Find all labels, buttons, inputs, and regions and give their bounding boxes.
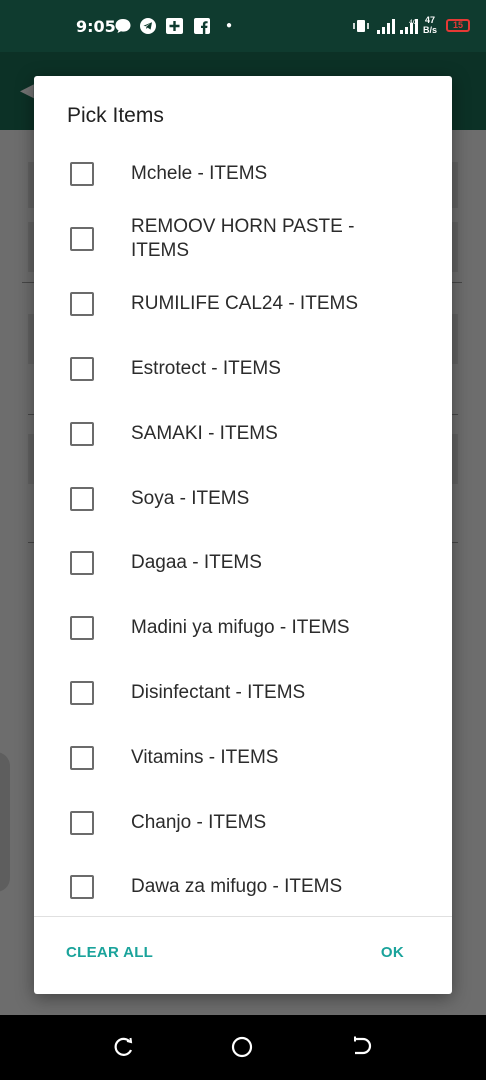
facebook-icon — [193, 17, 211, 39]
clock: 9:05 — [76, 17, 116, 36]
list-item[interactable]: SAMAKI - ITEMS — [34, 402, 452, 466]
item-label: Madini ya mifugo - ITEMS — [131, 617, 350, 638]
status-bar: 9:05 ● 4G 47 B/s 15 — [0, 0, 486, 52]
signal-strength-icon — [376, 17, 398, 39]
dialog-divider — [34, 916, 452, 917]
checkbox[interactable] — [70, 616, 94, 640]
list-item[interactable]: Dawa za mifugo - ITEMS — [34, 855, 452, 919]
back-icon[interactable] — [350, 1036, 372, 1058]
clear-all-button[interactable]: CLEAR ALL — [66, 944, 153, 961]
item-label: Vitamins - ITEMS — [131, 747, 279, 768]
checkbox[interactable] — [70, 227, 94, 251]
pick-items-dialog: Pick Items Mchele - ITEMS REMOOV HORN PA… — [34, 76, 452, 994]
telegram-icon — [139, 17, 157, 39]
checkbox[interactable] — [70, 292, 94, 316]
item-label: Estrotect - ITEMS — [131, 358, 281, 379]
more-notifications-dot-icon: ● — [226, 20, 233, 31]
ok-button[interactable]: OK — [381, 944, 404, 961]
item-label: Soya - ITEMS — [131, 488, 250, 509]
vibrate-icon — [352, 17, 370, 39]
checkbox[interactable] — [70, 357, 94, 381]
checkbox[interactable] — [70, 811, 94, 835]
item-label: SAMAKI - ITEMS — [131, 423, 278, 444]
checkbox[interactable] — [70, 875, 94, 899]
svg-text:4G: 4G — [409, 19, 418, 26]
list-item[interactable]: Vitamins - ITEMS — [34, 726, 452, 790]
navigation-bar — [0, 1015, 486, 1080]
checkbox[interactable] — [70, 681, 94, 705]
list-item[interactable]: Madini ya mifugo - ITEMS — [34, 596, 452, 660]
checkbox[interactable] — [70, 162, 94, 186]
list-item[interactable]: Disinfectant - ITEMS — [34, 661, 452, 725]
checkbox[interactable] — [70, 551, 94, 575]
list-item[interactable]: Soya - ITEMS — [34, 467, 452, 531]
item-label: Mchele - ITEMS — [131, 163, 268, 184]
list-item[interactable]: Mchele - ITEMS — [34, 142, 452, 206]
network-speed: 47 B/s — [423, 15, 438, 35]
list-item[interactable]: RUMILIFE CAL24 - ITEMS — [34, 272, 452, 336]
item-label: Disinfectant - ITEMS — [131, 682, 306, 703]
item-label: Dawa za mifugo - ITEMS — [131, 876, 343, 897]
checkbox[interactable] — [70, 422, 94, 446]
item-label: RUMILIFE CAL24 - ITEMS — [131, 293, 358, 314]
add-box-icon — [165, 17, 185, 39]
checkbox[interactable] — [70, 487, 94, 511]
list-item[interactable]: Estrotect - ITEMS — [34, 337, 452, 401]
list-item[interactable]: Dagaa - ITEMS — [34, 531, 452, 595]
item-label: Dagaa - ITEMS — [131, 552, 262, 573]
item-label: REMOOV HORN PASTE - ITEMS — [131, 216, 355, 261]
dialog-title: Pick Items — [67, 104, 164, 127]
list-item[interactable]: REMOOV HORN PASTE - ITEMS — [34, 206, 452, 272]
battery-icon: 15 — [446, 19, 470, 32]
home-icon[interactable] — [231, 1036, 253, 1058]
list-item[interactable]: Chanjo - ITEMS — [34, 791, 452, 855]
chat-notification-icon — [114, 17, 132, 39]
recent-apps-icon[interactable] — [113, 1036, 135, 1058]
checkbox[interactable] — [70, 746, 94, 770]
mobile-data-4g-icon: 4G — [399, 17, 421, 39]
item-label: Chanjo - ITEMS — [131, 812, 267, 833]
